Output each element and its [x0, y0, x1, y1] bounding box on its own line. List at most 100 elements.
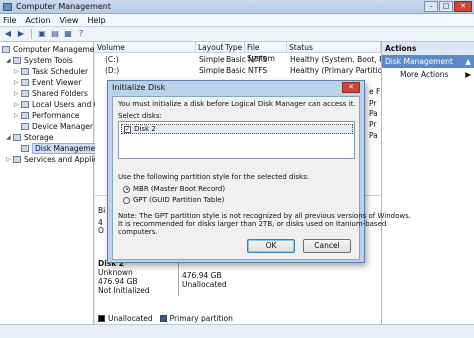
expand-icon[interactable]: ▷ — [14, 90, 21, 97]
clock-icon — [21, 68, 29, 75]
actions-section-disk-management[interactable]: Disk Management ▲ — [382, 55, 474, 68]
help-icon[interactable]: ? — [76, 29, 86, 39]
note-line-3: computers. — [118, 228, 158, 236]
legend-swatch-unallocated — [98, 314, 105, 322]
title-bar: Computer Management – □ ✕ — [0, 0, 474, 14]
gpt-radio-option[interactable]: GPT (GUID Partition Table) — [123, 196, 224, 204]
expand-icon[interactable]: ▷ — [14, 101, 21, 108]
device-manager-icon — [21, 123, 29, 130]
disk2-type: Unknown — [98, 268, 133, 277]
window-controls: – □ ✕ — [424, 1, 472, 12]
status-bar — [0, 324, 474, 338]
back-arrow-icon[interactable]: ◀ — [3, 29, 13, 39]
status-fragment: e F — [369, 87, 381, 96]
tree-item-local-users[interactable]: ▷ Local Users and Gr — [14, 99, 103, 110]
performance-icon — [21, 112, 29, 119]
note-line-1: Note: The GPT partition style is not rec… — [118, 212, 411, 220]
tree-item-computer-management[interactable]: Computer Management — [2, 44, 102, 55]
collapse-icon[interactable]: ◢ — [6, 57, 13, 64]
actions-pane: Actions Disk Management ▲ More Actions ▶ — [381, 42, 474, 324]
column-header-file-system[interactable]: File System — [245, 42, 287, 63]
computer-icon — [2, 46, 10, 53]
disk-icon — [21, 145, 29, 152]
collapse-icon[interactable]: ◢ — [6, 134, 13, 141]
event-log-icon — [21, 79, 29, 86]
menu-bar: File Action View Help — [0, 14, 474, 27]
tree-item-task-scheduler[interactable]: ▷ Task Scheduler — [14, 66, 88, 77]
window-title: Computer Management — [16, 2, 112, 11]
gpt-radio[interactable] — [123, 196, 130, 204]
expand-icon[interactable]: ▷ — [14, 112, 21, 119]
disk2-size: 476.94 GB — [98, 277, 138, 286]
up-folder-icon[interactable]: ▣ — [37, 29, 47, 39]
maximize-button[interactable]: □ — [439, 1, 453, 12]
legend-label-unallocated: Unallocated — [108, 313, 153, 323]
column-header-volume[interactable]: Volume — [95, 42, 196, 53]
tree-item-storage[interactable]: ◢ Storage — [6, 132, 53, 143]
partition-size: 476.94 GB — [182, 271, 222, 280]
menu-help[interactable]: Help — [87, 16, 105, 25]
console-tree: Computer Management ◢ System Tools ▷ Tas… — [0, 42, 106, 324]
properties-icon[interactable]: ▦ — [63, 29, 73, 39]
table-row[interactable]: (C:) Simple Basic NTFS Healthy (System, … — [95, 55, 397, 65]
legend-label-primary: Primary partition — [169, 313, 233, 323]
menu-view[interactable]: View — [59, 16, 78, 25]
computer-management-icon — [3, 2, 12, 11]
column-header-layout[interactable]: Layout — [196, 42, 224, 53]
dialog-close-button[interactable]: ✕ — [342, 82, 360, 93]
initialize-disk-dialog: Initialize Disk ✕ You must initialize a … — [107, 80, 411, 263]
disk1-label-fragment: Bi — [98, 206, 106, 215]
status-fragment: Pr — [369, 120, 377, 129]
tree-item-event-viewer[interactable]: ▷ Event Viewer — [14, 77, 81, 88]
ok-button[interactable]: OK — [247, 239, 295, 253]
show-hide-tree-icon[interactable]: ▤ — [50, 29, 60, 39]
mbr-radio-option[interactable]: MBR (Master Boot Record) — [123, 185, 225, 193]
tree-item-services[interactable]: ▷ Services and Applic — [6, 154, 97, 165]
expand-icon[interactable]: ▷ — [14, 79, 21, 86]
tree-item-device-manager[interactable]: Device Manager — [21, 121, 93, 132]
table-row[interactable]: (D:) Simple Basic NTFS Healthy (Primary … — [95, 66, 390, 76]
minimize-button[interactable]: – — [424, 1, 438, 12]
more-actions-link[interactable]: More Actions ▶ — [382, 68, 474, 81]
legend: Unallocated Primary partition — [95, 312, 381, 324]
tree-item-system-tools[interactable]: ◢ System Tools — [6, 55, 73, 66]
expand-icon[interactable]: ▷ — [6, 156, 13, 163]
legend-swatch-primary — [159, 314, 167, 322]
forward-arrow-icon[interactable]: ▶ — [16, 29, 26, 39]
note-line-2: It is recommended for disks larger than … — [118, 220, 387, 228]
dialog-body: You must initialize a disk before Logica… — [112, 96, 411, 260]
disk-list-item-disk2[interactable]: ✓ Disk 2 — [121, 124, 353, 134]
expand-icon[interactable]: ▷ — [14, 68, 21, 75]
actions-header: Actions — [382, 42, 474, 55]
dialog-title: Initialize Disk — [112, 83, 166, 92]
close-button[interactable]: ✕ — [454, 1, 472, 12]
menu-file[interactable]: File — [3, 16, 16, 25]
toolbar: ◀ ▶ ▣ ▤ ▦ ? — [0, 27, 474, 42]
status-fragment: Pa — [369, 109, 378, 118]
column-header-type[interactable]: Type — [223, 42, 245, 53]
disk2-checkbox[interactable]: ✓ — [124, 125, 131, 133]
dialog-message: You must initialize a disk before Logica… — [118, 100, 356, 108]
partition-label: Unallocated — [182, 280, 227, 289]
submenu-arrow-icon: ▶ — [465, 70, 471, 79]
mbr-radio[interactable] — [123, 185, 130, 193]
disk-list[interactable]: ✓ Disk 2 — [118, 121, 355, 159]
toolbar-separator — [31, 29, 32, 39]
folder-icon — [21, 90, 29, 97]
tools-icon — [13, 57, 21, 64]
menu-action[interactable]: Action — [25, 16, 50, 25]
services-icon — [13, 156, 21, 163]
partition-style-label: Use the following partition style for th… — [118, 173, 310, 181]
cancel-button[interactable]: Cancel — [303, 239, 351, 253]
tree-item-shared-folders[interactable]: ▷ Shared Folders — [14, 88, 88, 99]
tree-item-disk-management[interactable]: Disk Management — [14, 143, 106, 154]
column-header-status[interactable]: Status — [287, 42, 381, 53]
tree-item-performance[interactable]: ▷ Performance — [14, 110, 80, 121]
storage-icon — [13, 134, 21, 141]
status-fragment: Pr — [369, 99, 377, 108]
select-disks-label: Select disks: — [118, 112, 162, 120]
disk1-status-fragment: O — [98, 226, 104, 235]
users-icon — [21, 101, 29, 108]
collapse-arrow-icon: ▲ — [465, 57, 471, 66]
disk2-status: Not Initialized — [98, 286, 150, 295]
